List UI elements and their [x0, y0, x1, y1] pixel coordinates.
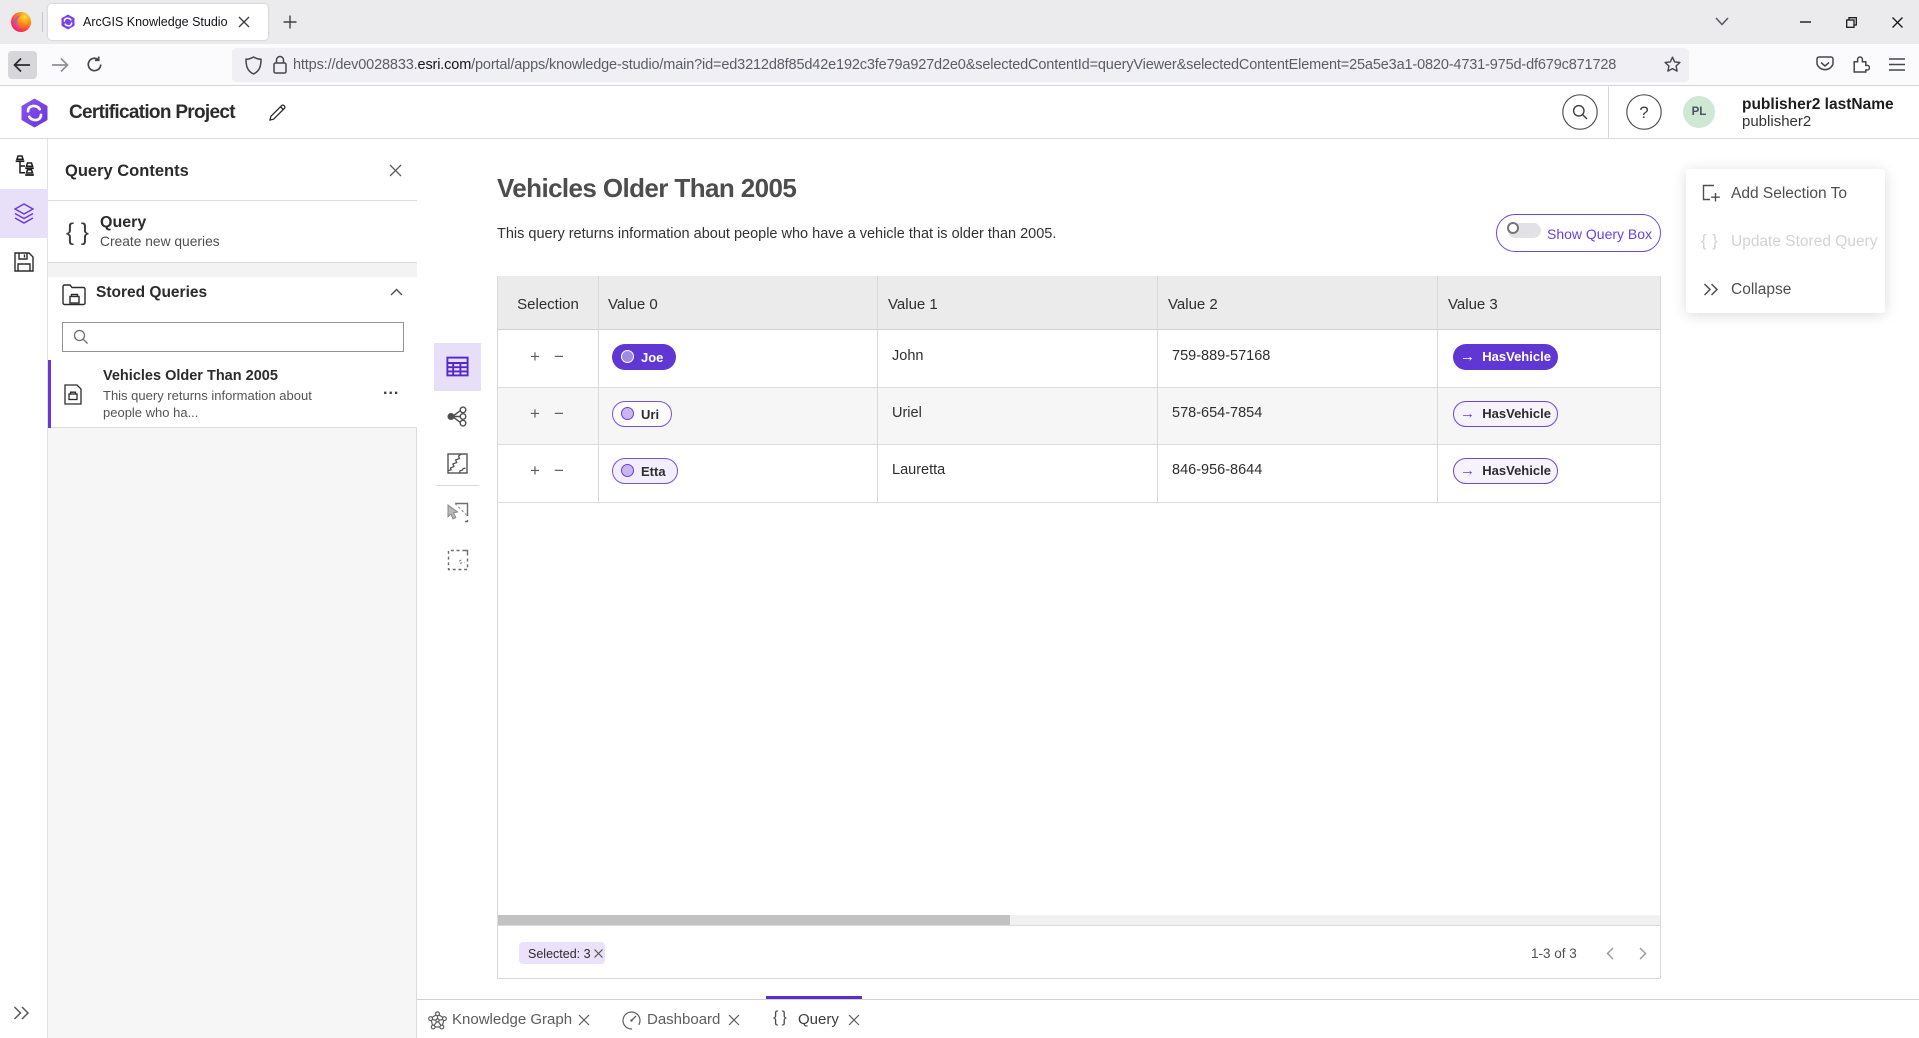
svg-text:?: ?	[1639, 103, 1648, 122]
